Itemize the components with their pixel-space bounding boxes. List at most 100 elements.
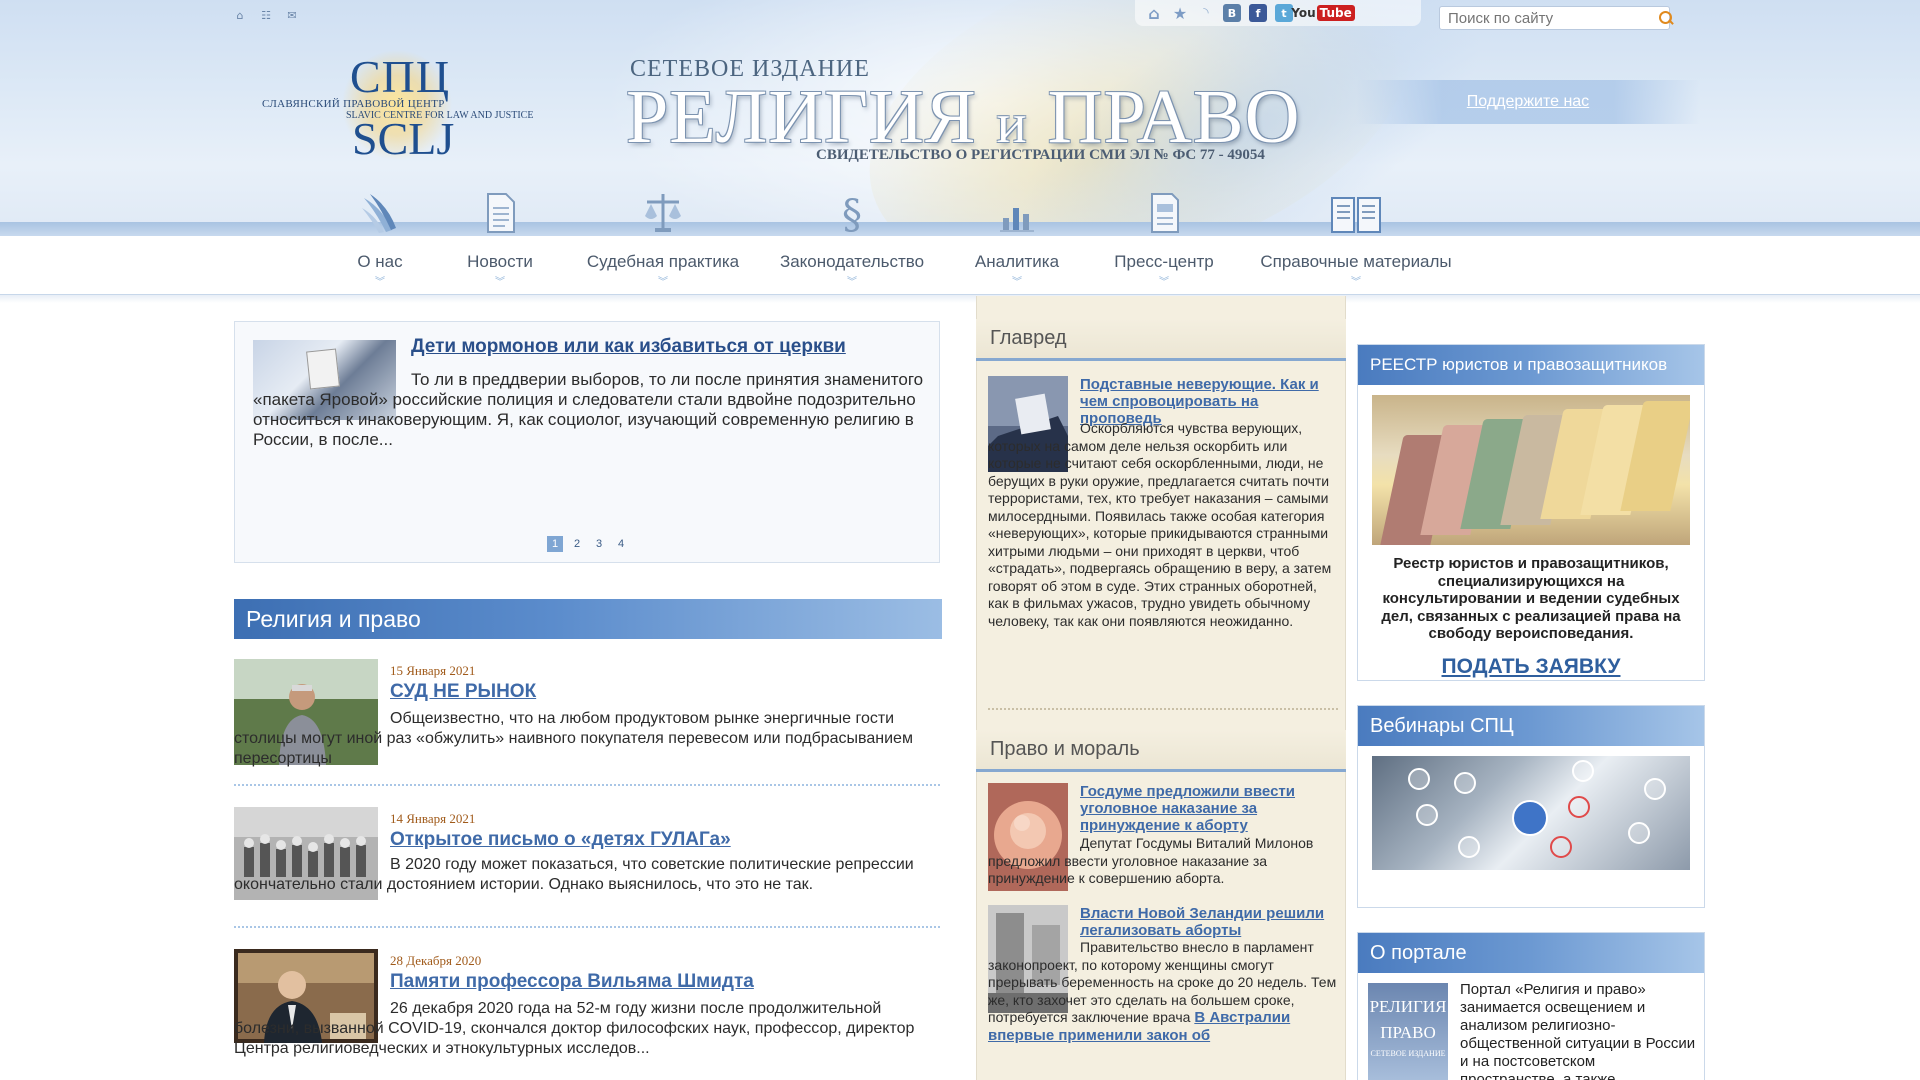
about-header[interactable]: О портале bbox=[1358, 933, 1704, 973]
home-icon[interactable]: ⌂ bbox=[1145, 4, 1163, 23]
news-divider bbox=[234, 784, 940, 786]
star-icon[interactable]: ★ bbox=[1171, 4, 1189, 23]
main-nav: О нас ︾ Новости ︾ Судебная практика ︾ § … bbox=[0, 190, 1920, 290]
chevron-down-icon: ︾ bbox=[1159, 277, 1169, 288]
chevron-down-icon: ︾ bbox=[847, 277, 857, 288]
nav-label-court-practice: Судебная практика bbox=[586, 252, 740, 271]
pravo-moral-title[interactable]: Госдуме предложили ввести уголовное нака… bbox=[1080, 783, 1338, 834]
about-widget: О портале РЕЛИГИЯ ПРАВО СЕТЕВОЕ ИЗДАНИЕ … bbox=[1357, 932, 1705, 1080]
youtube-icon[interactable]: You Tube bbox=[1291, 4, 1355, 22]
network-node-icon bbox=[1628, 822, 1650, 844]
press-document-icon bbox=[1151, 193, 1179, 233]
middle-divider bbox=[988, 708, 1338, 710]
network-node-icon bbox=[1568, 796, 1590, 818]
apply-button[interactable]: ПОДАТЬ ЗАЯВКУ bbox=[1358, 655, 1704, 679]
news-item: 15 Января 2021 СУД НЕ РЫНОК Общеизвестно… bbox=[234, 659, 940, 769]
pravo-moral-text: Правительство внесло в парламент законоп… bbox=[988, 939, 1338, 1044]
webinars-header[interactable]: Вебинары СПЦ bbox=[1358, 706, 1704, 746]
nav-label-analytics: Аналитика bbox=[974, 252, 1060, 271]
news-item: 14 Января 2021 Открытое письмо о «детях … bbox=[234, 807, 940, 917]
nav-label-news: Новости bbox=[467, 252, 533, 271]
pager-page-3[interactable]: 3 bbox=[591, 536, 607, 552]
logo-ru-text: СЛАВЯНСКИЙ ПРАВОВОЙ ЦЕНТР bbox=[262, 98, 445, 110]
pravo-moral-text: Депутат Госдумы Виталий Милонов предложи… bbox=[988, 835, 1314, 886]
registration-info: СВИДЕТЕЛЬСТВО О РЕГИСТРАЦИИ СМИ ЭЛ № ФС … bbox=[816, 147, 1265, 163]
support-band: Поддержите нас bbox=[1356, 80, 1700, 124]
section-title-religion-law[interactable]: Религия и право bbox=[234, 599, 942, 639]
svg-text:§: § bbox=[842, 192, 862, 234]
network-node-icon bbox=[1416, 804, 1438, 826]
mail-icon[interactable]: ✉ bbox=[285, 10, 299, 22]
youtube-tube: Tube bbox=[1316, 5, 1355, 21]
network-node-icon bbox=[1572, 760, 1594, 782]
about-image-line1: РЕЛИГИЯ bbox=[1369, 997, 1447, 1016]
news-title[interactable]: СУД НЕ РЫНОК bbox=[390, 681, 536, 703]
network-node-icon bbox=[1454, 772, 1476, 794]
masthead-and: и bbox=[996, 93, 1028, 155]
glavred-text: Оскорбляются чувства верующих, которых н… bbox=[988, 420, 1332, 629]
news-item: 28 Декабря 2020 Памяти профессора Вильям… bbox=[234, 949, 940, 1080]
top-mini-icons: ⌂ ☷ ✉ bbox=[233, 10, 299, 22]
nav-label-press-center: Пресс-центр bbox=[1114, 252, 1214, 271]
pravo-moral-header[interactable]: Право и мораль bbox=[976, 730, 1346, 772]
rss-icon[interactable]: ◝ bbox=[1197, 4, 1215, 22]
nav-label-about: О нас bbox=[357, 252, 403, 271]
vk-icon[interactable]: В bbox=[1223, 4, 1241, 22]
scales-icon bbox=[645, 194, 681, 232]
document-icon bbox=[487, 193, 515, 233]
pravo-moral-item: Госдуме предложили ввести уголовное нака… bbox=[988, 783, 1338, 895]
section-sign-icon: § bbox=[842, 192, 862, 234]
chevron-down-icon: ︾ bbox=[1351, 277, 1361, 288]
network-node-icon bbox=[1644, 778, 1666, 800]
webinars-image[interactable] bbox=[1372, 756, 1690, 870]
registry-description: Реестр юристов и правозащитников, специа… bbox=[1381, 555, 1681, 642]
news-title[interactable]: Открытое письмо о «детях ГУЛАГа» bbox=[390, 829, 731, 851]
featured-title[interactable]: Дети мормонов или как избавиться от церк… bbox=[411, 336, 931, 358]
registry-widget: РЕЕСТР юристов и правозащитников Реестр … bbox=[1357, 344, 1705, 681]
open-book-icon bbox=[1331, 197, 1381, 233]
bar-chart-icon bbox=[1000, 208, 1034, 232]
network-node-icon bbox=[1458, 836, 1480, 858]
news-date: 15 Января 2021 bbox=[390, 663, 476, 678]
chevron-down-icon: ︾ bbox=[658, 277, 668, 288]
registry-header[interactable]: РЕЕСТР юристов и правозащитников bbox=[1358, 345, 1704, 385]
news-divider bbox=[234, 926, 940, 928]
slider-pager: 1 2 3 4 bbox=[547, 536, 629, 552]
glavred-header[interactable]: Главред bbox=[976, 319, 1346, 361]
registry-image[interactable] bbox=[1372, 395, 1690, 545]
news-date: 28 Декабря 2020 bbox=[390, 953, 482, 968]
search-input[interactable] bbox=[1440, 7, 1655, 29]
featured-text: То ли в преддверии выборов, то ли после … bbox=[253, 370, 924, 449]
wings-icon bbox=[362, 194, 396, 233]
about-image[interactable]: РЕЛИГИЯ ПРАВО СЕТЕВОЕ ИЗДАНИЕ bbox=[1368, 983, 1448, 1080]
about-text: Портал «Религия и право» занимается осве… bbox=[1460, 981, 1696, 1080]
pravo-moral-title[interactable]: Власти Новой Зеландии решили легализоват… bbox=[1080, 905, 1338, 939]
logo-sclj: SCLJ bbox=[352, 113, 455, 164]
pager-page-2[interactable]: 2 bbox=[569, 536, 585, 552]
sitemap-icon[interactable]: ☷ bbox=[259, 10, 273, 22]
pravo-moral-item: Власти Новой Зеландии решили легализоват… bbox=[988, 905, 1338, 1080]
nav-label-reference: Справочные материалы bbox=[1260, 252, 1452, 271]
webinars-widget: Вебинары СПЦ bbox=[1357, 705, 1705, 908]
sclj-logo[interactable]: СПЦ СЛАВЯНСКИЙ ПРАВОВОЙ ЦЕНТР SLAVIC CEN… bbox=[262, 40, 572, 180]
network-node-icon bbox=[1550, 836, 1572, 858]
chevron-down-icon: ︾ bbox=[375, 277, 385, 288]
news-date: 14 Января 2021 bbox=[390, 811, 476, 826]
nav-label-legislation: Законодательство bbox=[779, 252, 925, 271]
facebook-icon[interactable]: f bbox=[1249, 4, 1267, 22]
search-box bbox=[1439, 6, 1672, 30]
pager-page-1[interactable]: 1 bbox=[547, 536, 563, 552]
home-icon[interactable]: ⌂ bbox=[233, 10, 247, 22]
news-text: Общеизвестно, что на любом продуктовом р… bbox=[234, 710, 913, 767]
news-text: В 2020 году может показаться, что советс… bbox=[234, 856, 914, 893]
news-title[interactable]: Памяти профессора Вильяма Шмидта bbox=[390, 971, 754, 993]
support-link[interactable]: Поддержите нас bbox=[1467, 93, 1589, 111]
search-icon[interactable] bbox=[1655, 7, 1672, 29]
network-node-icon bbox=[1408, 768, 1430, 790]
featured-slider: Дети мормонов или как избавиться от церк… bbox=[234, 321, 940, 563]
chevron-down-icon: ︾ bbox=[495, 277, 505, 288]
about-image-line3: СЕТЕВОЕ ИЗДАНИЕ bbox=[1370, 1049, 1446, 1058]
network-hub-icon bbox=[1512, 800, 1548, 836]
chevron-down-icon: ︾ bbox=[1012, 277, 1022, 288]
pager-page-4[interactable]: 4 bbox=[613, 536, 629, 552]
